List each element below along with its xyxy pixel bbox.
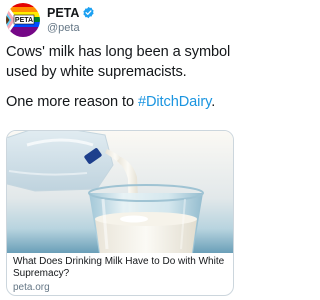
hashtag-link[interactable]: #DitchDairy <box>138 94 211 110</box>
rainbow-flag-peta-logo-icon: PETA <box>6 3 40 37</box>
tweet-text-prefix: One more reason to <box>6 94 138 110</box>
tweet-header: PETA PETA @peta <box>6 3 234 37</box>
user-handle[interactable]: @peta <box>47 22 80 34</box>
avatar[interactable]: PETA <box>6 3 40 37</box>
avatar-logo-text: PETA <box>15 17 33 24</box>
link-card-domain: peta.org <box>13 282 50 293</box>
tweet-text: Cows' milk has long been a symbol used b… <box>6 43 236 113</box>
display-name[interactable]: PETA <box>47 6 79 20</box>
tweet-text-line-1: Cows' milk has long been a symbol used b… <box>6 44 231 80</box>
link-card-body: What Does Drinking Milk Have to Do with … <box>13 256 229 294</box>
milk-pouring-into-glass-image <box>7 131 233 253</box>
tweet-text-suffix: . <box>211 94 216 110</box>
tweet-text-line-2: One more reason to #DitchDairy. <box>6 93 236 113</box>
link-card-title: What Does Drinking Milk Have to Do with … <box>13 256 225 279</box>
link-card[interactable]: What Does Drinking Milk Have to Do with … <box>6 130 234 296</box>
verified-badge-icon <box>83 6 94 19</box>
